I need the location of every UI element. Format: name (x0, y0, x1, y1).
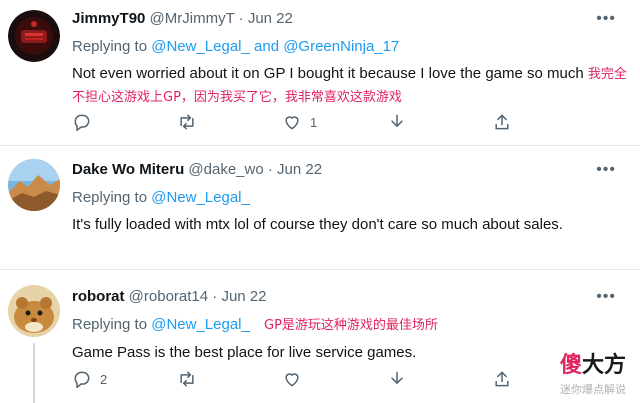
download-button[interactable] (387, 367, 427, 391)
like-count: 1 (310, 114, 318, 130)
handle[interactable]: @roborat14 (129, 288, 208, 305)
display-name[interactable]: JimmyT90 (72, 10, 145, 27)
tweet-header: roborat @roborat14 · Jun 22 (72, 287, 628, 307)
tweet-text-content: It's fully loaded with mtx lol of course… (72, 216, 563, 233)
tweet-actions: 1 (72, 110, 532, 134)
handle[interactable]: @MrJimmyT (150, 10, 235, 27)
avatar-jimmyt90[interactable] (8, 10, 60, 62)
retweet-button[interactable] (177, 110, 217, 134)
more-horizontal-icon[interactable]: ••• (596, 161, 616, 179)
display-name[interactable]: roborat (72, 288, 125, 305)
heart-icon (285, 373, 299, 387)
retweet-icon (180, 371, 194, 387)
reply-button[interactable]: 2 (72, 367, 112, 391)
share-upload-icon (495, 114, 509, 130)
watermark-title: 傻大方 (560, 347, 626, 379)
reply-bubble-icon (74, 114, 90, 132)
heart-icon (285, 116, 299, 130)
watermark-subtitle: 迷你爆点解说 (560, 383, 626, 396)
retweet-button[interactable] (177, 367, 217, 391)
mention-link[interactable]: @New_Legal_ and @GreenNinja_17 (151, 38, 399, 55)
chinese-annotation: GP是游玩这种游戏的最佳场所 (264, 318, 438, 333)
avatar-roborat[interactable] (8, 285, 60, 337)
tweet-jimmyt90[interactable]: JimmyT90 @MrJimmyT · Jun 22 Replying to … (0, 0, 640, 146)
tweet-actions: 2 (72, 367, 532, 391)
tweet-header: JimmyT90 @MrJimmyT · Jun 22 (72, 9, 628, 29)
tweet-dake-wo-miteru[interactable]: Dake Wo Miteru @dake_wo · Jun 22 Replyin… (0, 147, 640, 270)
replying-prefix: Replying to (72, 189, 152, 206)
replying-to-line: Replying to @New_Legal_ and @GreenNinja_… (72, 37, 628, 57)
tweet-text-content: Game Pass is the best place for live ser… (72, 344, 417, 361)
tweet-text-content: Not even worried about it on GP I bought… (72, 65, 584, 82)
replying-to-line: Replying to @New_Legal_ (72, 188, 628, 208)
watermark-logo: 傻大方 迷你爆点解说 (560, 347, 626, 397)
watermark-logo-rest: 大方 (581, 353, 626, 378)
tweet-text: It's fully loaded with mtx lol of course… (72, 214, 628, 236)
handle[interactable]: @dake_wo (188, 161, 263, 178)
download-arrow-icon (391, 371, 403, 384)
reply-count: 2 (100, 371, 108, 387)
like-button[interactable] (282, 367, 322, 391)
mention-link[interactable]: @New_Legal_ (151, 316, 250, 333)
share-button[interactable] (492, 367, 532, 391)
tweet-text: Not even worried about it on GP I bought… (72, 63, 628, 109)
replying-prefix: Replying to (72, 38, 152, 55)
avatar-dake-wo[interactable] (8, 159, 60, 211)
timestamp[interactable]: · Jun 22 (239, 10, 293, 27)
watermark-logo-first: 傻 (559, 353, 582, 378)
retweet-icon (180, 114, 194, 130)
more-horizontal-icon[interactable]: ••• (596, 288, 616, 306)
replying-to-line: Replying to @New_Legal_ GP是游玩这种游戏的最佳场所 (72, 315, 628, 336)
timestamp[interactable]: · Jun 22 (268, 161, 322, 178)
share-upload-icon (495, 371, 509, 387)
download-button[interactable] (387, 110, 427, 134)
timestamp[interactable]: · Jun 22 (212, 288, 266, 305)
more-horizontal-icon[interactable]: ••• (596, 10, 616, 28)
reply-button[interactable] (72, 110, 112, 134)
tweet-text: Game Pass is the best place for live ser… (72, 342, 628, 364)
download-arrow-icon (391, 114, 403, 127)
tweet-roborat[interactable]: roborat @roborat14 · Jun 22 Replying to … (0, 271, 640, 403)
mention-link[interactable]: @New_Legal_ (151, 189, 250, 206)
thread-connector-line (33, 343, 35, 403)
reply-bubble-icon (74, 371, 90, 389)
display-name[interactable]: Dake Wo Miteru (72, 161, 184, 178)
like-button[interactable]: 1 (282, 110, 322, 134)
tweet-header: Dake Wo Miteru @dake_wo · Jun 22 (72, 160, 628, 180)
replying-prefix: Replying to (72, 316, 152, 333)
share-button[interactable] (492, 110, 532, 134)
